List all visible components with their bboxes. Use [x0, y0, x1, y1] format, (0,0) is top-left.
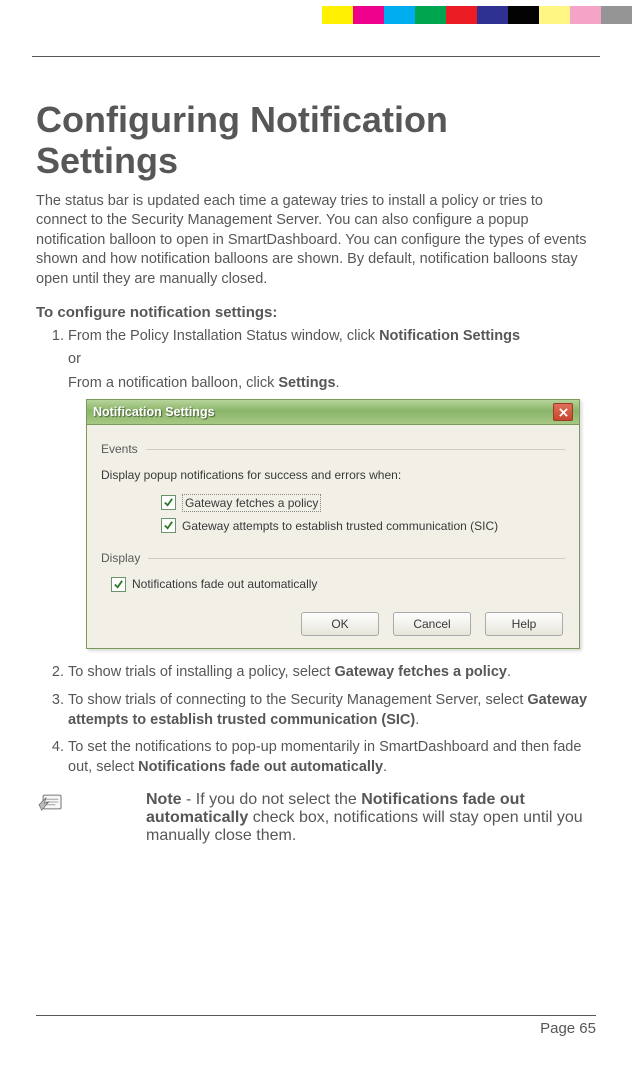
note-icon — [36, 791, 64, 813]
step-1-or: or — [68, 350, 596, 370]
check-icon — [113, 579, 124, 590]
note-text: Note - If you do not select the Notifica… — [146, 791, 596, 845]
checkbox-row-1: Gateway fetches a policy — [161, 494, 565, 512]
checkbox-fade-out[interactable] — [111, 577, 126, 592]
step-1-bold-a: Notification Settings — [379, 328, 520, 344]
check-icon — [163, 497, 174, 508]
step-3: To show trials of connecting to the Secu… — [68, 691, 596, 730]
step-4-end: . — [383, 759, 387, 775]
events-label: Events — [101, 441, 138, 457]
step-1-end: . — [336, 375, 340, 391]
step-3-end: . — [415, 712, 419, 728]
notification-settings-dialog: Notification Settings Events Display pop… — [86, 399, 580, 649]
dialog-title-text: Notification Settings — [93, 404, 215, 421]
check-icon — [163, 520, 174, 531]
checkbox-fade-out-label: Notifications fade out automatically — [132, 576, 317, 592]
dialog-close-button[interactable] — [553, 403, 573, 421]
note-lead: Note — [146, 791, 182, 808]
events-description: Display popup notifications for success … — [101, 467, 565, 483]
checkbox-row-2: Gateway attempts to establish trusted co… — [161, 518, 565, 534]
close-icon — [559, 408, 568, 417]
step-1-text-b: From a notification balloon, click — [68, 375, 278, 391]
dialog-titlebar: Notification Settings — [87, 400, 579, 425]
step-1: From the Policy Installation Status wind… — [68, 327, 596, 650]
step-2: To show trials of installing a policy, s… — [68, 663, 596, 683]
ok-button[interactable]: OK — [301, 612, 379, 636]
step-2-text: To show trials of installing a policy, s… — [68, 664, 335, 680]
display-label: Display — [101, 550, 140, 566]
step-4-bold: Notifications fade out automatically — [138, 759, 383, 775]
cancel-button[interactable]: Cancel — [393, 612, 471, 636]
checkbox-gateway-fetches-label: Gateway fetches a policy — [182, 494, 321, 512]
step-2-bold: Gateway fetches a policy — [335, 664, 507, 680]
checkbox-gateway-fetches[interactable] — [161, 495, 176, 510]
step-1-bold-b: Settings — [278, 375, 335, 391]
header-color-bar — [322, 6, 632, 24]
checkbox-gateway-sic[interactable] — [161, 518, 176, 533]
events-group-header: Events — [101, 441, 565, 457]
display-group-header: Display — [101, 550, 565, 566]
procedure-heading: To configure notification settings: — [36, 304, 596, 321]
step-4: To set the notifications to pop-up momen… — [68, 738, 596, 777]
step-1-text-b-wrap: From a notification balloon, click Setti… — [68, 374, 596, 394]
step-3-text: To show trials of connecting to the Secu… — [68, 692, 527, 708]
intro-paragraph: The status bar is updated each time a ga… — [36, 192, 596, 290]
step-1-text-a: From the Policy Installation Status wind… — [68, 328, 379, 344]
step-2-end: . — [507, 664, 511, 680]
note-dash: - If you do not select the — [182, 791, 362, 808]
page-number: Page 65 — [0, 1016, 632, 1057]
checkbox-row-3: Notifications fade out automatically — [111, 576, 565, 592]
help-button[interactable]: Help — [485, 612, 563, 636]
checkbox-gateway-sic-label: Gateway attempts to establish trusted co… — [182, 518, 498, 534]
page-title: Configuring Notification Settings — [36, 99, 596, 182]
note-block: Note - If you do not select the Notifica… — [36, 791, 596, 845]
